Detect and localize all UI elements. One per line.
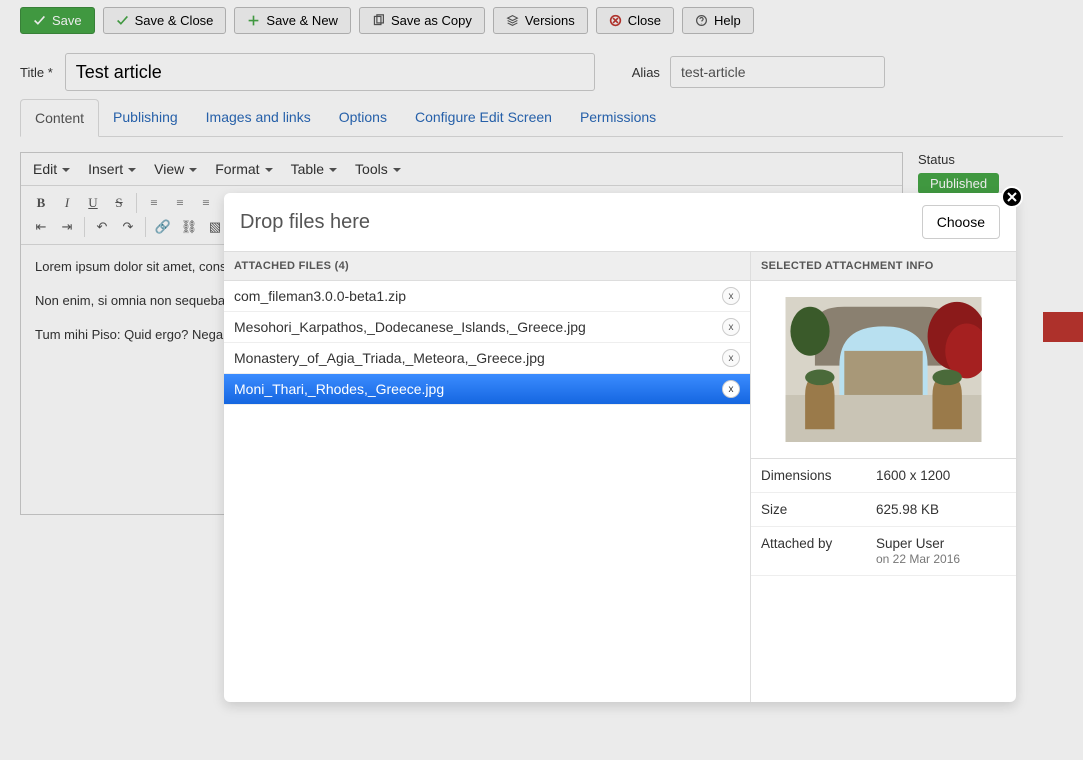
drop-title: Drop files here <box>240 211 370 234</box>
file-remove-button[interactable]: x <box>722 349 740 367</box>
indent-icon[interactable]: ⇥ <box>54 215 80 239</box>
title-input[interactable] <box>65 53 595 91</box>
attachment-thumbnail <box>785 297 982 442</box>
bold-icon[interactable]: B <box>28 191 54 215</box>
tab-options[interactable]: Options <box>325 99 401 136</box>
menu-insert[interactable]: Insert <box>88 161 136 177</box>
info-row-dimensions: Dimensions 1600 x 1200 <box>751 459 1016 493</box>
close-icon <box>1007 192 1017 202</box>
file-row[interactable]: Mesohori_Karpathos,_Dodecanese_Islands,_… <box>224 312 750 343</box>
help-icon <box>695 14 708 27</box>
choose-button[interactable]: Choose <box>922 205 1000 239</box>
outdent-icon[interactable]: ⇤ <box>28 215 54 239</box>
title-row: Title * Alias <box>0 41 1083 99</box>
file-name: com_fileman3.0.0-beta1.zip <box>234 288 406 304</box>
file-remove-button[interactable]: x <box>722 287 740 305</box>
info-column: SELECTED ATTACHMENT INFO <box>751 252 1016 702</box>
attached-files-header: ATTACHED FILES (4) <box>224 252 750 281</box>
save-copy-button[interactable]: Save as Copy <box>359 7 485 34</box>
action-toolbar: Save Save & Close Save & New Save as Cop… <box>0 0 1083 41</box>
stack-icon <box>506 14 519 27</box>
unlink-icon[interactable]: ⛓ <box>176 215 202 239</box>
tabs: Content Publishing Images and links Opti… <box>20 99 1063 137</box>
align-center-icon[interactable]: ≡ <box>167 191 193 215</box>
copy-icon <box>372 14 385 27</box>
file-remove-button[interactable]: x <box>722 380 740 398</box>
menu-view[interactable]: View <box>154 161 197 177</box>
file-name: Mesohori_Karpathos,_Dodecanese_Islands,_… <box>234 319 586 335</box>
cancel-icon <box>609 14 622 27</box>
save-button[interactable]: Save <box>20 7 95 34</box>
alias-label: Alias <box>632 65 660 80</box>
save-close-button[interactable]: Save & Close <box>103 7 227 34</box>
tab-configure-edit[interactable]: Configure Edit Screen <box>401 99 566 136</box>
versions-button[interactable]: Versions <box>493 7 588 34</box>
tab-permissions[interactable]: Permissions <box>566 99 670 136</box>
tab-images-links[interactable]: Images and links <box>192 99 325 136</box>
file-remove-button[interactable]: x <box>722 318 740 336</box>
file-row[interactable]: Moni_Thari,_Rhodes,_Greece.jpg x <box>224 374 750 405</box>
align-right-icon[interactable]: ≡ <box>193 191 219 215</box>
help-button[interactable]: Help <box>682 7 754 34</box>
align-left-icon[interactable]: ≡ <box>141 191 167 215</box>
alias-input[interactable] <box>670 56 885 88</box>
info-row-size: Size 625.98 KB <box>751 493 1016 527</box>
title-label: Title * <box>20 65 53 80</box>
underline-icon[interactable]: U <box>80 191 106 215</box>
menu-tools[interactable]: Tools <box>355 161 401 177</box>
status-badge[interactable]: Published <box>918 173 999 194</box>
red-indicator <box>1043 312 1083 342</box>
info-row-attached-by: Attached by Super Useron 22 Mar 2016 <box>751 527 1016 576</box>
attachments-modal: Drop files here Choose ATTACHED FILES (4… <box>224 193 1016 702</box>
file-row[interactable]: com_fileman3.0.0-beta1.zip x <box>224 281 750 312</box>
check-icon <box>33 14 46 27</box>
tab-publishing[interactable]: Publishing <box>99 99 192 136</box>
file-row[interactable]: Monastery_of_Agia_Triada,_Meteora,_Greec… <box>224 343 750 374</box>
info-header: SELECTED ATTACHMENT INFO <box>751 252 1016 281</box>
files-column: ATTACHED FILES (4) com_fileman3.0.0-beta… <box>224 252 751 702</box>
menu-table[interactable]: Table <box>291 161 337 177</box>
link-icon[interactable]: 🔗 <box>150 215 176 239</box>
editor-menubar: Edit Insert View Format Table Tools <box>21 153 902 186</box>
plus-icon <box>247 14 260 27</box>
check-icon <box>116 14 129 27</box>
modal-close-button[interactable] <box>1001 186 1023 208</box>
italic-icon[interactable]: I <box>54 191 80 215</box>
save-new-button[interactable]: Save & New <box>234 7 351 34</box>
undo-icon[interactable]: ↶ <box>89 215 115 239</box>
tab-content[interactable]: Content <box>20 99 99 137</box>
redo-icon[interactable]: ↷ <box>115 215 141 239</box>
status-label: Status <box>918 152 1063 167</box>
close-button[interactable]: Close <box>596 7 674 34</box>
menu-edit[interactable]: Edit <box>33 161 70 177</box>
file-name: Moni_Thari,_Rhodes,_Greece.jpg <box>234 381 444 397</box>
strike-icon[interactable]: S <box>106 191 132 215</box>
menu-format[interactable]: Format <box>215 161 272 177</box>
file-name: Monastery_of_Agia_Triada,_Meteora,_Greec… <box>234 350 545 366</box>
